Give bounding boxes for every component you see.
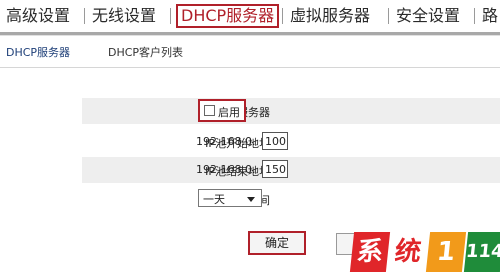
tab-virtual-server[interactable]: 虚拟服务器 (290, 4, 370, 28)
tab-wireless-settings[interactable]: 无线设置 (92, 4, 156, 28)
nav-separator (170, 8, 171, 24)
ip-end-prefix: 192.168.0. (196, 163, 256, 176)
tab-advanced-settings[interactable]: 高级设置 (6, 4, 70, 28)
lease-time-select[interactable]: 一天 (198, 189, 262, 207)
tab-dhcp-server[interactable]: DHCP服务器 (176, 4, 280, 28)
logo-tile-1: 系 (349, 232, 391, 272)
ip-start-input[interactable] (262, 132, 288, 150)
tab-security-settings[interactable]: 安全设置 (396, 4, 460, 28)
ok-button-label: 确定 (264, 236, 289, 250)
subnav-divider (0, 67, 500, 68)
subtab-dhcp-server[interactable]: DHCP服务器 (6, 44, 70, 60)
nav-separator (388, 8, 389, 24)
lease-time-row: 过期时间 一天 (82, 186, 500, 212)
ip-end-row: IP池结束地址 192.168.0. (82, 157, 500, 183)
chevron-down-icon (247, 197, 255, 202)
top-nav: 高级设置 无线设置 DHCP服务器 虚拟服务器 安全设置 路 (0, 0, 500, 32)
ip-end-input[interactable] (262, 160, 288, 178)
nav-separator (282, 8, 283, 24)
ip-start-row: IP池开始地址 192.168.0. (82, 129, 500, 155)
dhcp-server-row: DHCP服务器 启用 (82, 98, 500, 124)
logo-tile-4: 114 (463, 232, 500, 272)
nav-separator (84, 8, 85, 24)
watermark-logo: 系 统 1 114 (349, 232, 500, 274)
tab-routing[interactable]: 路 (482, 4, 498, 28)
sub-nav: DHCP服务器 DHCP客户列表 (0, 36, 500, 68)
enable-checkbox-group[interactable]: 启用 (198, 99, 246, 122)
ip-start-prefix: 192.168.0. (196, 135, 256, 148)
ok-button[interactable]: 确定 (248, 231, 306, 255)
nav-separator (474, 8, 475, 24)
enable-checkbox-label: 启用 (218, 106, 240, 119)
subtab-dhcp-client-list[interactable]: DHCP客户列表 (108, 44, 183, 60)
logo-tile-3: 1 (425, 232, 467, 272)
enable-checkbox[interactable] (204, 105, 215, 116)
logo-tile-2: 统 (387, 232, 429, 272)
lease-time-selected: 一天 (203, 193, 225, 206)
